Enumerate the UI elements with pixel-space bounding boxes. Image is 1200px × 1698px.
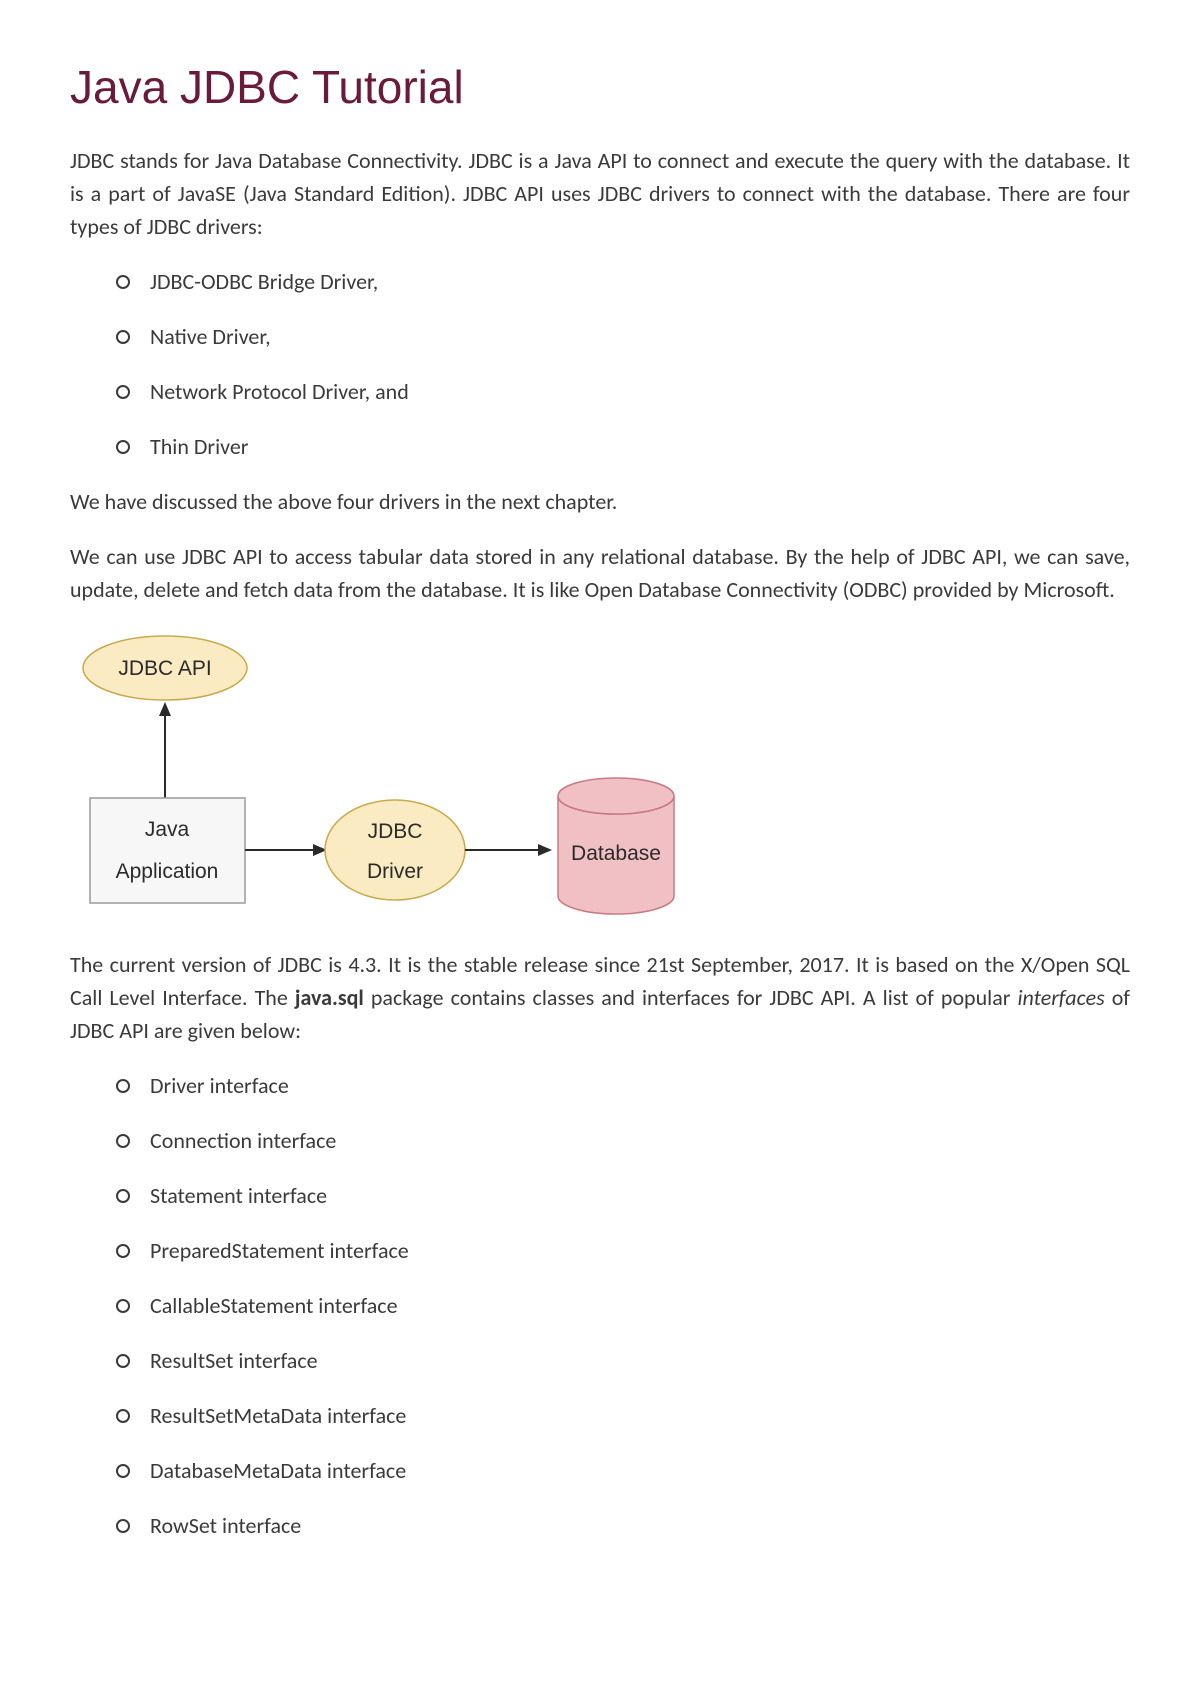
drivers-list: JDBC-ODBC Bridge Driver, Native Driver, …	[116, 265, 1130, 463]
usage-paragraph: We can use JDBC API to access tabular da…	[70, 540, 1130, 606]
intro-paragraph: JDBC stands for Java Database Connectivi…	[70, 144, 1130, 243]
java-app-label-2: Application	[116, 860, 219, 883]
arrow-head-icon	[538, 844, 552, 856]
list-item: JDBC-ODBC Bridge Driver,	[116, 265, 1130, 298]
jdbc-api-label: JDBC API	[118, 657, 211, 680]
version-paragraph: The current version of JDBC is 4.3. It i…	[70, 948, 1130, 1047]
list-item: CallableStatement interface	[116, 1289, 1130, 1322]
list-item: DatabaseMetaData interface	[116, 1454, 1130, 1487]
page-title: Java JDBC Tutorial	[70, 60, 1130, 114]
java-app-label-1: Java	[145, 818, 190, 841]
jdbc-driver-label-2: Driver	[367, 860, 423, 883]
list-item: PreparedStatement interface	[116, 1234, 1130, 1267]
list-item: RowSet interface	[116, 1509, 1130, 1542]
interfaces-emphasis: interfaces	[1017, 984, 1104, 1011]
list-item: Driver interface	[116, 1069, 1130, 1102]
list-item: Statement interface	[116, 1179, 1130, 1212]
next-chapter-paragraph: We have discussed the above four drivers…	[70, 485, 1130, 518]
interfaces-list: Driver interface Connection interface St…	[116, 1069, 1130, 1542]
java-app-shape	[90, 798, 245, 903]
jdbc-driver-shape	[325, 800, 465, 900]
package-name: java.sql	[295, 984, 364, 1011]
arrow-head-icon	[159, 702, 171, 716]
jdbc-diagram: JDBC API Java Application JDBC Driver Da…	[70, 628, 710, 918]
list-item: Connection interface	[116, 1124, 1130, 1157]
jdbc-driver-label-1: JDBC	[368, 820, 423, 843]
list-item: ResultSet interface	[116, 1344, 1130, 1377]
list-item: Native Driver,	[116, 320, 1130, 353]
list-item: ResultSetMetaData interface	[116, 1399, 1130, 1432]
database-label: Database	[571, 842, 661, 865]
list-item: Network Protocol Driver, and	[116, 375, 1130, 408]
body-text: package contains classes and interfaces …	[364, 984, 1018, 1011]
list-item: Thin Driver	[116, 430, 1130, 463]
